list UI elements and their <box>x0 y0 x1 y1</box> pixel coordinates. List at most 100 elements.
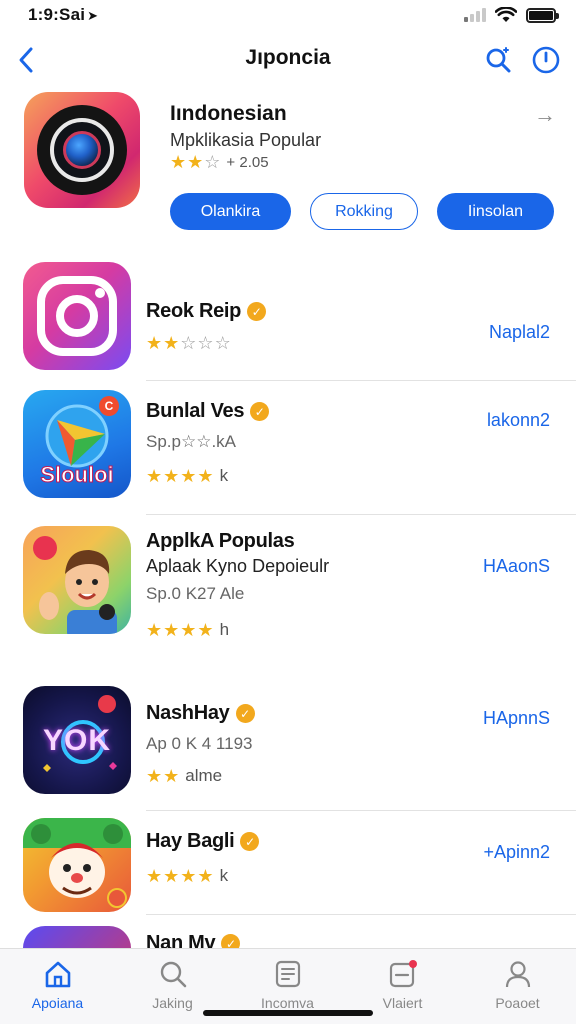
status-bar: 1:9:Sai ➤ <box>0 0 576 32</box>
info-button[interactable] <box>528 42 564 78</box>
featured-app-title: Iındonesian <box>170 102 287 125</box>
star-filled-icon: ★ <box>180 466 197 486</box>
tab-documents[interactable]: Incomva <box>230 957 345 1017</box>
app-name: Reok Reip ✓ <box>146 300 267 323</box>
tab-bar: Apoiana Jaking Incomva Vlaiert Poaoet <box>0 948 576 1024</box>
star-filled-icon: ★ <box>163 333 180 353</box>
home-indicator <box>203 1010 373 1016</box>
divider <box>146 810 576 811</box>
search-icon <box>160 961 186 988</box>
star-filled-icon: ★ <box>146 333 163 353</box>
search-button[interactable] <box>480 42 516 78</box>
app-action-button[interactable]: +Apinn2 <box>483 842 550 863</box>
list-item[interactable]: Hay Bagli ✓ ★ ★ ★ ★ k +Apinn2 <box>0 818 576 918</box>
star-rating: ★ ★ ★ ★ <box>146 467 214 485</box>
tab-label: Apoiana <box>31 995 84 1011</box>
app-icon <box>23 926 131 950</box>
app-meta: Sp.0 K27 Ale <box>146 584 245 603</box>
camera-lens-icon <box>37 105 127 195</box>
app-meta: Sp.p☆☆.kA <box>146 432 237 451</box>
app-rating: ★ ★ ☆ ☆ ☆ <box>146 334 231 352</box>
app-rating: ★ ★ alme <box>146 766 223 786</box>
app-icon: C Slouloi <box>23 390 131 498</box>
tab-label: Jaking <box>152 995 193 1011</box>
tab-label: Incomva <box>261 995 314 1011</box>
app-subtitle: Aplaak Kyno Depoieulr <box>146 556 330 576</box>
star-filled-icon: ★ <box>163 620 180 640</box>
star-empty-icon: ☆ <box>214 333 231 353</box>
verified-badge-icon: ✓ <box>250 402 270 421</box>
star-filled-icon: ★ <box>146 620 163 640</box>
app-action-button[interactable]: lakonn2 <box>487 410 550 431</box>
tab-label: Poaoet <box>495 995 540 1011</box>
location-icon: ➤ <box>87 8 99 23</box>
notification-icon <box>389 960 417 988</box>
cellular-signal-icon <box>464 8 486 22</box>
app-name: Hay Bagli ✓ <box>146 830 260 853</box>
star-filled-icon: ★ <box>187 152 204 172</box>
app-rating: ★ ★ ★ ★ k <box>146 466 229 486</box>
tab-profile[interactable]: Poaoet <box>460 957 575 1017</box>
tab-home[interactable]: Apoiana <box>0 957 115 1017</box>
star-empty-icon: ☆ <box>197 333 214 353</box>
star-filled-icon: ★ <box>197 866 214 886</box>
outline-button[interactable]: Rokking <box>310 193 418 230</box>
app-icon <box>23 526 131 634</box>
app-icon: YOK <box>23 686 131 794</box>
star-filled-icon: ★ <box>163 766 180 786</box>
star-empty-icon: ☆ <box>180 333 197 353</box>
star-filled-icon: ★ <box>163 466 180 486</box>
home-icon <box>45 961 70 988</box>
camera-app-icon[interactable] <box>24 92 140 208</box>
camera-icon <box>37 276 117 356</box>
app-action-button[interactable]: HApnnS <box>483 708 550 729</box>
tab-search[interactable]: Jaking <box>115 957 230 1017</box>
list-item[interactable]: ApplkA Populas Aplaak Kyno Depoieulr Sp.… <box>0 526 576 666</box>
star-rating: ★ ★ ☆ <box>170 153 220 171</box>
star-filled-icon: ★ <box>197 466 214 486</box>
rating-text: + 2.05 <box>226 153 269 171</box>
primary-button-right[interactable]: Iinsolan <box>437 193 554 230</box>
star-filled-icon: ★ <box>146 466 163 486</box>
primary-button-left[interactable]: Olankira <box>170 193 291 230</box>
app-action-button[interactable]: HAaonS <box>483 556 550 577</box>
app-rating: ★ ★ ★ ★ h <box>146 620 230 640</box>
svg-text:C: C <box>105 399 114 413</box>
status-time-text: 1:9:Sai <box>28 5 86 24</box>
star-filled-icon: ★ <box>146 766 163 786</box>
divider <box>146 380 576 381</box>
star-empty-icon: ☆ <box>204 152 221 172</box>
list-item[interactable]: Nan Mv ✓ <box>0 926 576 950</box>
app-name: Bunlal Ves ✓ <box>146 400 270 423</box>
star-filled-icon: ★ <box>146 866 163 886</box>
tab-notifications[interactable]: Vlaiert <box>345 957 460 1017</box>
star-filled-icon: ★ <box>163 866 180 886</box>
app-icon <box>23 262 131 370</box>
divider <box>146 914 576 915</box>
verified-badge-icon: ✓ <box>240 832 260 851</box>
cartoon-character-icon <box>23 818 131 908</box>
star-rating: ★ ★ <box>146 767 179 785</box>
verified-badge-icon: ✓ <box>247 302 267 321</box>
wifi-icon <box>495 7 517 22</box>
arrow-right-icon[interactable]: → <box>534 102 556 128</box>
list-item[interactable]: C Slouloi Bunlal Ves ✓ Sp.p☆☆.kA ★ ★ ★ ★ k … <box>0 390 576 515</box>
app-name: NashHay ✓ <box>146 702 255 725</box>
app-icon-label: YOK <box>42 724 111 757</box>
document-icon <box>275 960 300 988</box>
star-filled-icon: ★ <box>170 152 187 172</box>
divider <box>146 514 576 515</box>
nav-bar: Jıponcia <box>0 38 576 82</box>
star-rating: ★ ★ ☆ ☆ ☆ <box>146 334 231 352</box>
search-icon <box>486 47 511 73</box>
app-name: ApplkA Populas <box>146 530 295 552</box>
app-icon <box>23 818 131 912</box>
app-action-button[interactable]: Naplal2 <box>489 322 550 343</box>
app-rating: ★ ★ ★ ★ k <box>146 866 229 886</box>
list-item[interactable]: YOK NashHay ✓ Ap 0 K 4 1193 ★ ★ alme HApn… <box>0 686 576 812</box>
list-item[interactable]: Reok Reip ✓ ★ ★ ☆ ☆ ☆ Naplal2 <box>0 262 576 382</box>
featured-app-card: Iındonesian Mpklikasia Popular ★ ★ ☆ + 2.0… <box>0 90 576 240</box>
clock-icon <box>532 46 560 74</box>
star-rating: ★ ★ ★ ★ <box>146 621 214 639</box>
character-avatar-icon <box>33 536 117 634</box>
